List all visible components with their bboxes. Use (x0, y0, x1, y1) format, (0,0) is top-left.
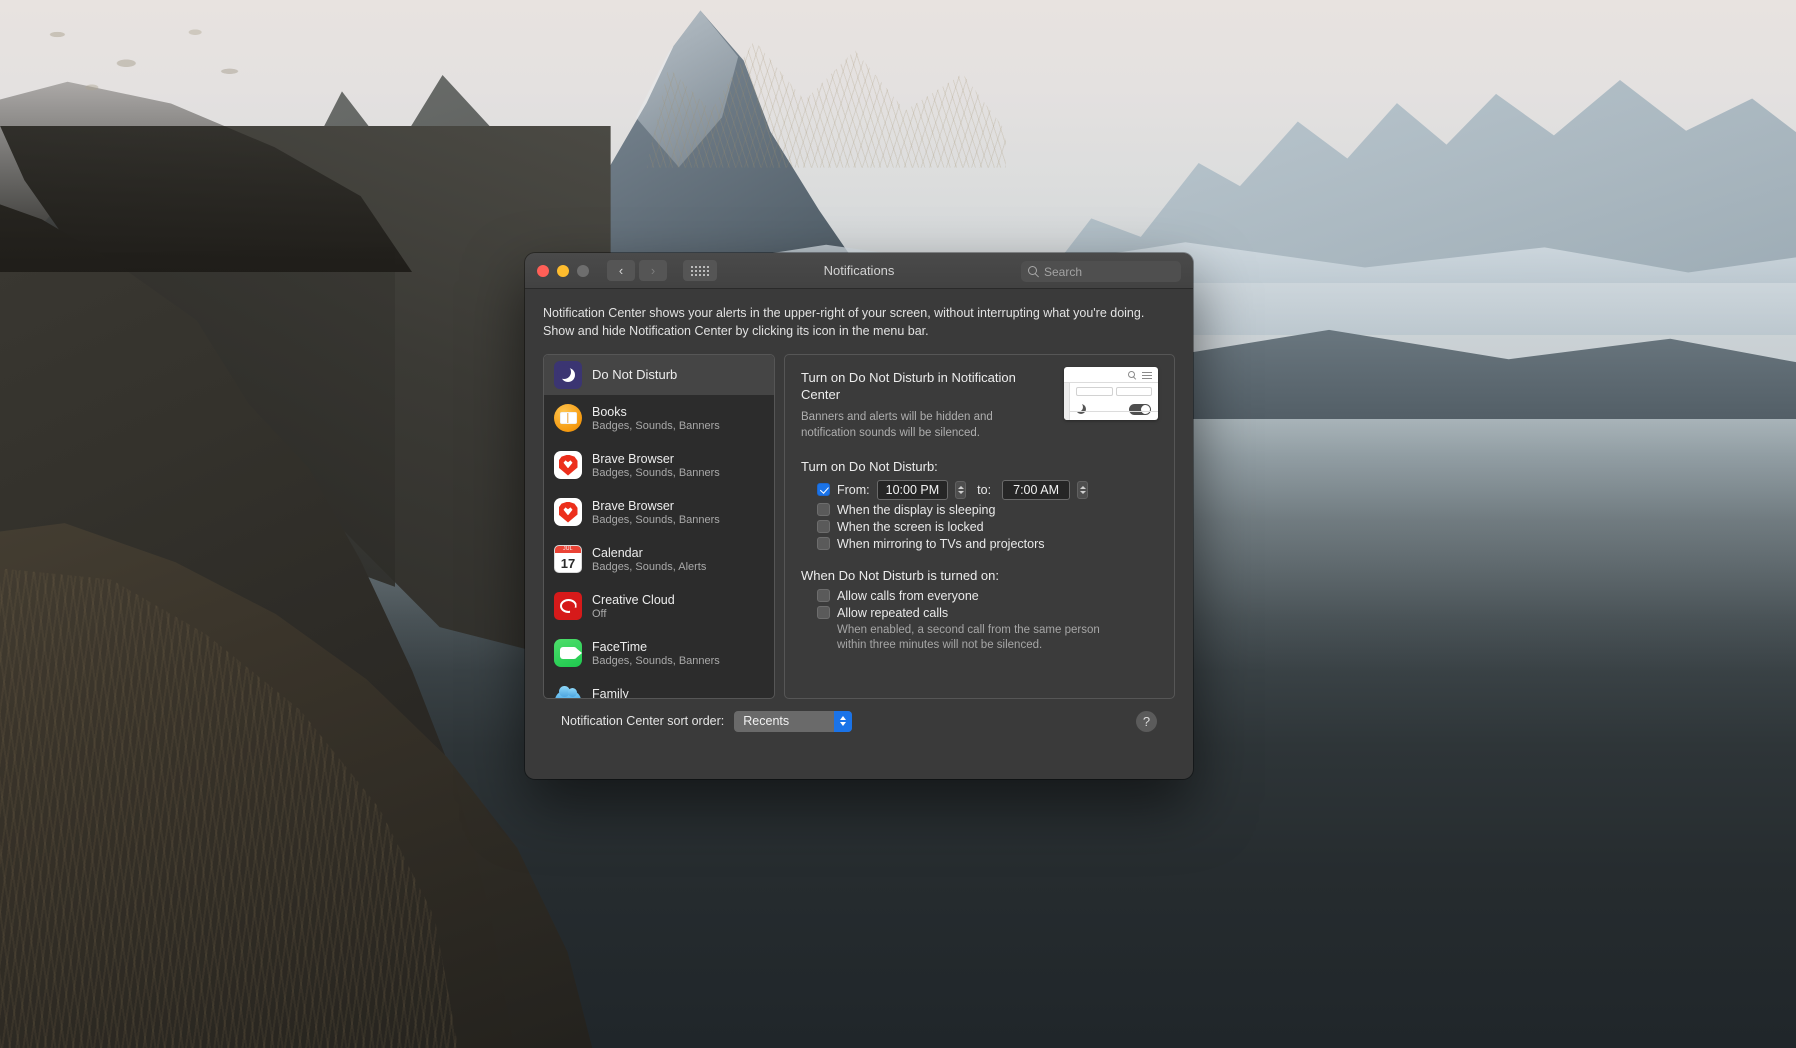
app-name: Family (592, 686, 629, 698)
preview-list-icon (1142, 371, 1152, 379)
from-time-stepper[interactable] (955, 480, 967, 499)
search-icon (1028, 266, 1039, 277)
window-titlebar[interactable]: ‹ › Notifications Search (525, 253, 1193, 289)
sort-order-label: Notification Center sort order: (561, 714, 725, 728)
app-alert-style: Badges, Sounds, Banners (592, 654, 720, 667)
close-button[interactable] (537, 264, 549, 277)
option-label: Allow calls from everyone (837, 588, 979, 603)
window-body: Notification Center shows your alerts in… (525, 289, 1193, 732)
sidebar-item-brave-browser-2[interactable]: Brave Browser Badges, Sounds, Banners (544, 489, 774, 536)
to-time-stepper[interactable] (1077, 480, 1089, 499)
option-label: When mirroring to TVs and projectors (837, 536, 1045, 551)
preview-segmented-control (1064, 383, 1158, 399)
navigation-buttons: ‹ › (607, 260, 667, 281)
calendar-month: JUL (555, 546, 581, 553)
option-label: When the display is sleeping (837, 502, 996, 517)
brave-browser-icon (554, 498, 582, 526)
chevron-updown-icon (834, 710, 853, 732)
minimize-button[interactable] (557, 264, 569, 277)
calendar-day: 17 (560, 555, 576, 571)
turn-on-section-label: Turn on Do Not Disturb: (801, 458, 938, 474)
to-label: to: (977, 482, 992, 497)
preview-search-icon (1128, 370, 1136, 379)
forward-button[interactable]: › (639, 260, 667, 281)
brave-browser-icon (554, 451, 582, 479)
app-name: Books (592, 404, 627, 419)
option-allow-calls-everyone[interactable]: Allow calls from everyone (817, 589, 1158, 603)
option-label: When the screen is locked (837, 519, 984, 534)
from-time-field[interactable]: 10:00 PM (876, 479, 949, 500)
screen-locked-checkbox[interactable] (817, 520, 830, 534)
app-alert-style: Badges, Sounds, Banners (592, 513, 720, 526)
schedule-row: From: 10:00 PM to: 7:00 AM (817, 479, 1158, 500)
app-list-sidebar[interactable]: Do Not Disturb Books Badges, Sounds, Ban… (543, 353, 775, 699)
detail-heading: Turn on Do Not Disturb in Notification C… (801, 369, 1016, 402)
chevron-right-icon: › (650, 263, 656, 278)
option-display-sleeping[interactable]: When the display is sleeping (817, 503, 1158, 517)
app-name: Brave Browser (592, 451, 674, 466)
option-label: Allow repeated calls (837, 605, 949, 620)
calendar-icon: JUL 17 (554, 545, 582, 573)
help-button[interactable]: ? (1136, 710, 1157, 732)
sidebar-item-do-not-disturb[interactable]: Do Not Disturb (544, 354, 774, 395)
search-placeholder: Search (1044, 264, 1083, 279)
option-allow-repeated-calls[interactable]: Allow repeated calls (817, 606, 1158, 620)
sort-order-value: Recents (743, 714, 790, 728)
app-name: Calendar (592, 545, 643, 560)
app-alert-style: Off (592, 607, 607, 620)
zoom-button[interactable] (577, 264, 589, 277)
repeated-calls-checkbox[interactable] (817, 606, 830, 620)
app-alert-style: Badges, Sounds, Banners (592, 466, 720, 479)
sort-order-dropdown[interactable]: Recents (734, 710, 853, 732)
notification-center-preview-image (1064, 366, 1158, 420)
to-time-field[interactable]: 7:00 AM (1002, 479, 1071, 500)
show-all-button[interactable] (683, 260, 717, 281)
app-name: FaceTime (592, 639, 648, 654)
chevron-left-icon: ‹ (618, 263, 624, 278)
from-checkbox[interactable] (817, 483, 830, 497)
app-list: Do Not Disturb Books Badges, Sounds, Ban… (544, 354, 774, 698)
do-not-disturb-icon (554, 360, 582, 389)
sidebar-item-creative-cloud[interactable]: Creative Cloud Off (544, 583, 774, 630)
option-mirroring-tvs[interactable]: When mirroring to TVs and projectors (817, 537, 1158, 551)
grid-dots-icon (691, 265, 709, 276)
window-footer: Notification Center sort order: Recents … (543, 699, 1175, 732)
facetime-icon (554, 639, 582, 667)
do-not-disturb-settings-pane: Turn on Do Not Disturb in Notification C… (784, 353, 1175, 699)
sidebar-item-brave-browser-1[interactable]: Brave Browser Badges, Sounds, Banners (544, 442, 774, 489)
app-name: Do Not Disturb (592, 367, 678, 382)
app-name: Brave Browser (592, 498, 674, 513)
app-alert-style: Badges, Sounds, Alerts (592, 560, 707, 573)
detail-subtext: Banners and alerts will be hidden and no… (801, 411, 993, 439)
panes-container: Do Not Disturb Books Badges, Sounds, Ban… (543, 353, 1175, 699)
sidebar-item-facetime[interactable]: FaceTime Badges, Sounds, Banners (544, 630, 774, 677)
allow-calls-checkbox[interactable] (817, 589, 830, 603)
mirroring-checkbox[interactable] (817, 537, 830, 551)
books-icon (554, 404, 582, 432)
creative-cloud-icon (554, 592, 582, 620)
traffic-light-buttons (537, 264, 589, 277)
when-turned-on-section-label: When Do Not Disturb is turned on: (801, 567, 999, 583)
app-name: Creative Cloud (592, 592, 675, 607)
option-screen-locked[interactable]: When the screen is locked (817, 520, 1158, 534)
notifications-preferences-window: ‹ › Notifications Search Notification Ce… (525, 253, 1193, 779)
search-field[interactable]: Search (1021, 261, 1181, 282)
intro-description: Notification Center shows your alerts in… (543, 306, 1145, 338)
wallpaper-pebbles (0, 0, 288, 116)
sidebar-item-books[interactable]: Books Badges, Sounds, Banners (544, 395, 774, 442)
app-alert-style: Badges, Sounds, Banners (592, 419, 720, 432)
back-button[interactable]: ‹ (607, 260, 635, 281)
desktop-wallpaper: ‹ › Notifications Search Notification Ce… (0, 0, 1796, 1048)
family-icon (554, 686, 582, 698)
sidebar-item-calendar[interactable]: JUL 17 Calendar Badges, Sounds, Alerts (544, 536, 774, 583)
repeated-calls-note: When enabled, a second call from the sam… (837, 623, 1100, 652)
from-label: From: (837, 482, 870, 497)
sidebar-item-family[interactable]: Family Badges, Sounds, Banners (544, 677, 774, 698)
display-sleeping-checkbox[interactable] (817, 503, 830, 517)
